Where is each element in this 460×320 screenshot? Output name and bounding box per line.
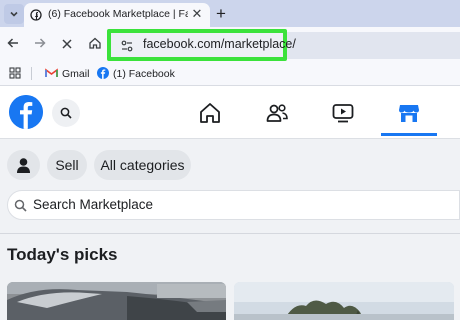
close-icon — [62, 39, 72, 49]
browser-tab-marketplace[interactable]: (6) Facebook Marketplace | Face ✕ — [24, 3, 210, 27]
bookmark-facebook[interactable]: (1) Facebook — [113, 68, 175, 80]
tab-close-icon[interactable]: ✕ — [189, 6, 205, 22]
profile-chip-button[interactable] — [7, 150, 40, 180]
marketplace-search-placeholder: Search Marketplace — [33, 197, 154, 212]
back-arrow-icon — [7, 38, 18, 48]
apps-grid-icon[interactable] — [9, 67, 21, 79]
facebook-logo-icon[interactable] — [9, 95, 43, 129]
section-divider — [0, 233, 460, 234]
all-categories-button[interactable]: All categories — [94, 150, 191, 180]
facebook-favicon-icon — [30, 9, 42, 21]
listing-photo-outdoor[interactable] — [234, 282, 454, 320]
search-icon — [60, 107, 72, 119]
url-text[interactable]: facebook.com/marketplace/ — [143, 37, 296, 51]
sell-button[interactable]: Sell — [47, 150, 87, 180]
active-tab-indicator — [381, 133, 437, 136]
new-tab-button[interactable]: + — [211, 4, 231, 24]
car-photo-image — [7, 282, 226, 320]
search-icon — [14, 199, 27, 212]
facebook-icon — [97, 67, 109, 79]
marketplace-icon[interactable] — [396, 100, 422, 126]
person-icon — [17, 158, 30, 173]
site-settings-icon[interactable] — [120, 39, 134, 53]
gmail-icon — [45, 68, 58, 77]
facebook-search-button[interactable] — [52, 99, 80, 127]
back-button[interactable] — [4, 36, 22, 54]
chevron-down-icon — [10, 11, 18, 17]
tab-title: (6) Facebook Marketplace | Face — [48, 8, 188, 20]
listing-photo-car[interactable] — [7, 282, 226, 320]
home-icon[interactable] — [197, 100, 223, 126]
home-button[interactable] — [86, 36, 104, 54]
stop-loading-button[interactable] — [58, 36, 76, 54]
tab-list-menu-button[interactable] — [4, 4, 24, 24]
forward-button[interactable] — [31, 36, 49, 54]
forward-arrow-icon — [35, 38, 46, 48]
bookmark-gmail[interactable]: Gmail — [62, 68, 89, 80]
todays-picks-heading: Today's picks — [7, 245, 118, 264]
friends-icon[interactable] — [264, 100, 290, 126]
bookmarks-divider — [31, 67, 32, 80]
home-icon — [89, 37, 101, 49]
watch-video-icon[interactable] — [330, 100, 356, 126]
outdoor-photo-image — [234, 282, 454, 320]
